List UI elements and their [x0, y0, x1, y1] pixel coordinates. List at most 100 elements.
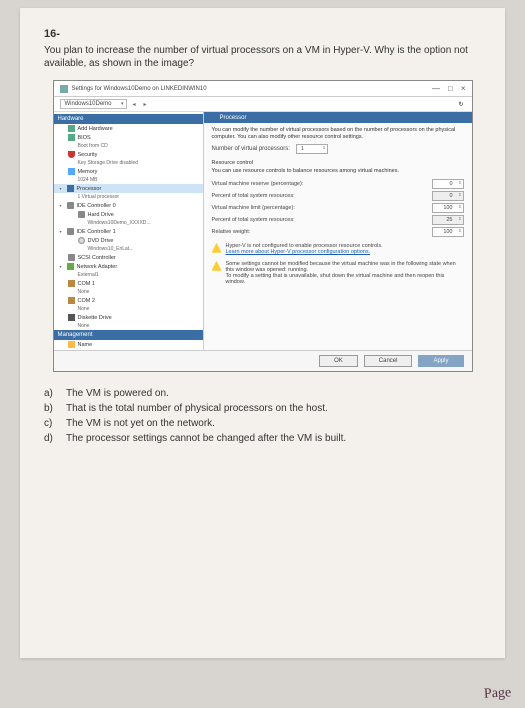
warning-1-link[interactable]: Learn more about Hyper-V processor confi…: [226, 249, 383, 255]
name-label: Name: [78, 342, 93, 348]
add-hardware-icon: [68, 125, 75, 132]
num-processors-row: Number of virtual processors: 1: [212, 144, 464, 154]
sidebar-item-memory[interactable]: Memory: [54, 167, 203, 176]
sidebar-item-ide1[interactable]: IDE Controller 1: [54, 227, 203, 236]
question-number: 16-: [44, 28, 481, 40]
processor-sub: 1 Virtual processor: [54, 193, 203, 201]
name-sub: Windows10Demo: [54, 349, 203, 350]
limit-label: Virtual machine limit (percentage):: [212, 205, 432, 211]
dvd-icon: [78, 237, 85, 244]
scsi-icon: [68, 254, 75, 261]
sidebar-item-processor[interactable]: Processor: [54, 184, 203, 193]
reserve-label: Virtual machine reserve (percentage):: [212, 181, 432, 187]
answer-d: d) The processor settings cannot be chan…: [44, 431, 481, 446]
titlebar: Settings for Windows10Demo on LINKEDINWI…: [54, 81, 472, 97]
sidebar-item-add-hardware[interactable]: Add Hardware: [54, 124, 203, 133]
weight-label: Relative weight:: [212, 229, 432, 235]
com1-label: COM 1: [78, 281, 95, 287]
apply-button[interactable]: Apply: [418, 355, 463, 367]
content-header: Processor: [204, 112, 472, 123]
settings-dialog: Settings for Windows10Demo on LINKEDINWI…: [53, 80, 473, 372]
warning-icon: [212, 243, 222, 253]
sidebar-item-scsi[interactable]: SCSI Controller: [54, 253, 203, 262]
weight-input[interactable]: 100: [432, 227, 464, 237]
answer-b-text: That is the total number of physical pro…: [66, 401, 328, 416]
network-icon: [67, 263, 74, 270]
processor-icon: [67, 185, 74, 192]
close-button[interactable]: ×: [461, 84, 466, 93]
reserve-input[interactable]: 0: [432, 179, 464, 189]
document-page: 16- You plan to increase the number of v…: [20, 8, 505, 658]
nav-forward-icon[interactable]: ▸: [142, 101, 149, 108]
refresh-icon[interactable]: ↻: [456, 101, 465, 108]
dvd-sub: Windows10_EnLat...: [54, 245, 203, 253]
app-icon: [60, 85, 68, 93]
pct-limit-row: Percent of total system resources: 25: [212, 215, 464, 225]
sidebar-item-dvd[interactable]: DVD Drive: [54, 236, 203, 245]
security-sub: Key Storage Drive disabled: [54, 159, 203, 167]
answer-b: b) That is the total number of physical …: [44, 401, 481, 416]
sidebar-item-com1[interactable]: COM 1: [54, 279, 203, 288]
warning-1-text: Hyper-V is not configured to enable proc…: [226, 243, 383, 249]
num-processors-label: Number of virtual processors:: [212, 146, 290, 152]
answer-c-text: The VM is not yet on the network.: [66, 416, 215, 431]
settings-sidebar: Hardware Add Hardware BIOS Boot from CD …: [54, 112, 204, 350]
sidebar-item-hdd[interactable]: Hard Drive: [54, 210, 203, 219]
sidebar-item-bios[interactable]: BIOS: [54, 133, 203, 142]
bios-icon: [68, 134, 75, 141]
limit-input[interactable]: 100: [432, 203, 464, 213]
ide0-icon: [67, 202, 74, 209]
answer-choices: a) The VM is powered on. b) That is the …: [44, 386, 481, 446]
warning-block-2: Some settings cannot be modified because…: [212, 261, 464, 285]
memory-icon: [68, 168, 75, 175]
warning-2-text: Some settings cannot be modified because…: [226, 261, 464, 285]
ide1-icon: [67, 228, 74, 235]
minimize-button[interactable]: —: [432, 84, 440, 93]
com2-label: COM 2: [78, 298, 95, 304]
vm-selector[interactable]: Windows10Demo: [60, 99, 127, 109]
maximize-button[interactable]: □: [448, 84, 453, 93]
memory-sub: 1024 MB: [54, 176, 203, 184]
content-header-label: Processor: [220, 115, 247, 121]
num-processors-input[interactable]: 1: [296, 144, 328, 154]
reserve-row: Virtual machine reserve (percentage): 0: [212, 179, 464, 189]
sidebar-item-name[interactable]: Name: [54, 340, 203, 349]
limit-row: Virtual machine limit (percentage): 100: [212, 203, 464, 213]
hdd-label: Hard Drive: [88, 212, 114, 218]
answer-d-text: The processor settings cannot be changed…: [66, 431, 346, 446]
security-label: Security: [78, 152, 98, 158]
answer-a-letter: a): [44, 386, 60, 401]
hdd-sub: Windows10Demo_XXXXD...: [54, 219, 203, 227]
com2-sub: None: [54, 305, 203, 313]
hardware-header-label: Hardware: [58, 116, 84, 122]
add-hardware-label: Add Hardware: [78, 126, 113, 132]
ok-button[interactable]: OK: [319, 355, 358, 367]
window-title: Settings for Windows10Demo on LINKEDINWI…: [72, 86, 432, 92]
pct-limit-label: Percent of total system resources:: [212, 217, 432, 223]
cancel-button[interactable]: Cancel: [364, 355, 413, 367]
resource-control-header: Resource control: [212, 160, 464, 166]
sidebar-item-diskette[interactable]: Diskette Drive: [54, 313, 203, 322]
hardware-section-header: Hardware: [54, 114, 203, 124]
scsi-label: SCSI Controller: [78, 255, 116, 261]
nav-row: Windows10Demo ◂ ▸ ↻: [54, 97, 472, 112]
bios-sub: Boot from CD: [54, 142, 203, 150]
sidebar-item-security[interactable]: Security: [54, 150, 203, 159]
network-sub: External1: [54, 271, 203, 279]
network-label: Network Adapter: [77, 264, 118, 270]
dvd-label: DVD Drive: [88, 238, 114, 244]
content-intro: You can modify the number of virtual pro…: [212, 127, 464, 140]
diskette-label: Diskette Drive: [78, 315, 112, 321]
management-header-label: Management: [58, 332, 93, 338]
shield-icon: [68, 151, 75, 158]
nav-back-icon[interactable]: ◂: [131, 101, 138, 108]
dialog-footer: OK Cancel Apply: [54, 350, 472, 371]
sidebar-item-network[interactable]: Network Adapter: [54, 262, 203, 271]
answer-a-text: The VM is powered on.: [66, 386, 169, 401]
sidebar-item-ide0[interactable]: IDE Controller 0: [54, 201, 203, 210]
answer-c-letter: c): [44, 416, 60, 431]
sidebar-item-com2[interactable]: COM 2: [54, 296, 203, 305]
processor-label: Processor: [77, 186, 102, 192]
pct-limit-value: 25: [432, 215, 464, 225]
answer-c: c) The VM is not yet on the network.: [44, 416, 481, 431]
